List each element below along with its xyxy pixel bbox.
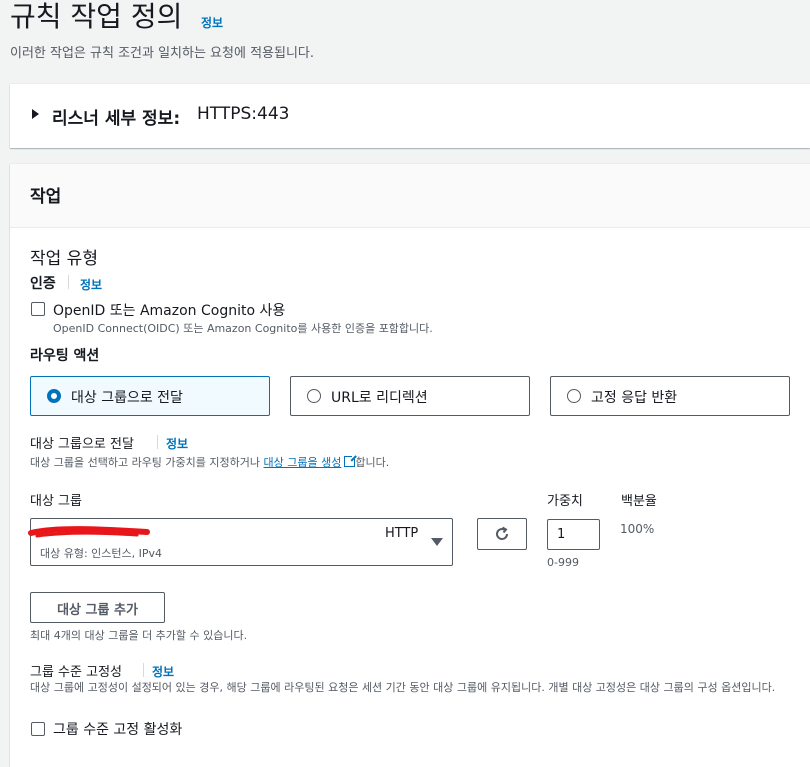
routing-option-forward[interactable]: 대상 그룹으로 전달 [30,376,270,416]
stickiness-checkbox-label[interactable]: 그룹 수준 고정 활성화 [53,719,182,739]
percent-column-label: 백분율 [621,494,657,509]
oidc-checkbox[interactable] [31,302,45,316]
add-target-group-button[interactable]: 대상 그룹 추가 [30,592,165,623]
forward-info-link[interactable]: 정보 [166,435,188,452]
chevron-down-icon[interactable] [431,538,443,546]
stickiness-checkbox[interactable] [31,722,45,736]
routing-option-redirect[interactable]: URL로 리디렉션 [290,376,530,416]
routing-option-redirect-label: URL로 리디렉션 [331,390,428,406]
oidc-checkbox-label[interactable]: OpenID 또는 Amazon Cognito 사용 [53,300,285,320]
target-group-type: 대상 유형: 인스턴스, IPv4 [40,547,163,560]
stickiness-info-link[interactable]: 정보 [152,663,174,680]
percent-value: 100% [620,522,655,536]
page-description: 이러한 작업은 규칙 조건과 일치하는 요청에 적용됩니다. [10,46,315,61]
redaction-mark [28,526,150,538]
forward-label: 대상 그룹으로 전달 [30,437,134,452]
external-link-icon[interactable] [344,454,358,467]
weight-input[interactable]: 1 [547,519,600,550]
forward-description: 대상 그룹을 선택하고 라우팅 가중치를 지정하거나 대상 그룹을 생성 합니다. [30,454,389,470]
weight-hint: 0-999 [547,556,579,569]
page-header: 규칙 작업 정의 정보 이러한 작업은 규칙 조건과 일치하는 요청에 적용됩니… [10,0,800,64]
routing-action-label: 라우팅 액션 [30,348,100,364]
oidc-checkbox-description: OpenID Connect(OIDC) 또는 Amazon Cognito를 … [53,322,433,335]
target-group-select[interactable]: HTTP 대상 유형: 인스턴스, IPv4 [28,518,453,566]
action-type-heading: 작업 유형 [30,249,98,269]
create-target-group-link[interactable]: 대상 그룹을 생성 [264,456,342,469]
caret-right-icon[interactable] [32,109,39,119]
target-group-protocol: HTTP [385,526,419,541]
add-target-group-button-label: 대상 그룹 추가 [57,603,138,618]
listener-details-label: 리스너 세부 정보: [52,109,181,129]
listener-details-value: HTTPS:443 [197,104,290,124]
forward-info-divider [157,435,158,449]
stickiness-label: 그룹 수준 고정성 [30,665,122,680]
routing-option-fixed-response-radio[interactable] [567,389,581,403]
routing-option-redirect-radio[interactable] [307,389,321,403]
auth-label: 인증 [30,276,56,292]
refresh-button[interactable] [477,518,527,550]
actions-panel: 작업 작업 유형 인증 정보 OpenID 또는 Amazon Cognito … [10,164,810,767]
page-title: 규칙 작업 정의 [10,0,183,33]
actions-panel-title: 작업 [30,187,62,207]
stickiness-description: 대상 그룹에 고정성이 설정되어 있는 경우, 해당 그룹에 라우팅된 요청은 … [30,681,776,694]
stickiness-info-divider [143,663,144,677]
actions-panel-header: 작업 [10,164,810,228]
auth-info-divider [68,275,69,289]
listener-details-panel[interactable]: 리스너 세부 정보: HTTPS:443 [10,84,810,148]
target-group-column-label: 대상 그룹 [30,494,82,509]
weight-input-value: 1 [557,527,566,542]
routing-option-fixed-response[interactable]: 고정 응답 반환 [550,376,790,416]
refresh-icon [496,526,509,540]
routing-option-fixed-response-label: 고정 응답 반환 [591,390,678,406]
add-target-group-hint: 최대 4개의 대상 그룹을 더 추가할 수 있습니다. [30,629,248,642]
routing-option-forward-radio[interactable] [47,389,61,403]
auth-info-link[interactable]: 정보 [80,276,102,293]
page-title-info-link[interactable]: 정보 [201,14,223,31]
forward-description-suffix: 합니다. [355,456,390,469]
forward-description-text: 대상 그룹을 선택하고 라우팅 가중치를 지정하거나 [30,456,261,469]
weight-column-label: 가중치 [547,494,583,509]
routing-option-forward-label: 대상 그룹으로 전달 [71,390,183,406]
